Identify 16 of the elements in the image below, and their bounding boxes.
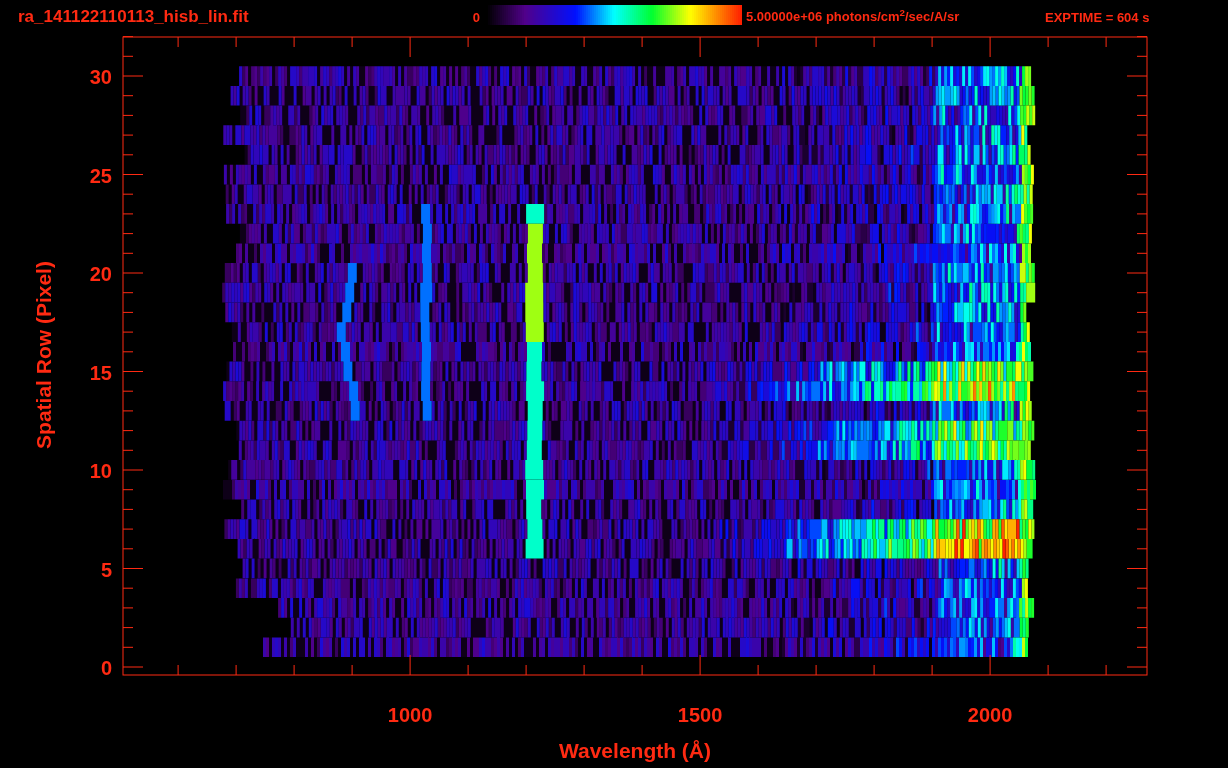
tick-label: 30 — [89, 66, 112, 88]
tick-label: 2000 — [967, 704, 1013, 726]
tick-label: 20 — [89, 263, 112, 285]
tick-label: 5 — [100, 558, 112, 581]
plot-title: ra_141122110113_hisb_lin.fit — [18, 7, 249, 26]
colorbar-label: 5.00000e+06 photons/cm$^{2}$/sec/A/sr — [746, 6, 960, 26]
tick-label: 15 — [89, 361, 112, 384]
tick-label: 10 — [89, 460, 112, 482]
tick-label: 0 — [100, 657, 112, 679]
tick-label: 25 — [89, 164, 112, 187]
axis-title: Wavelength (Å) — [558, 739, 712, 762]
tick-label: 1500 — [677, 704, 723, 726]
axis-title: Spatial Row (Pixel) — [32, 261, 55, 449]
tick-label: 1000 — [387, 704, 433, 726]
colorbar-label: 0 — [472, 10, 480, 25]
exposure-time: EXPTIME = 604 s — [1045, 10, 1150, 25]
